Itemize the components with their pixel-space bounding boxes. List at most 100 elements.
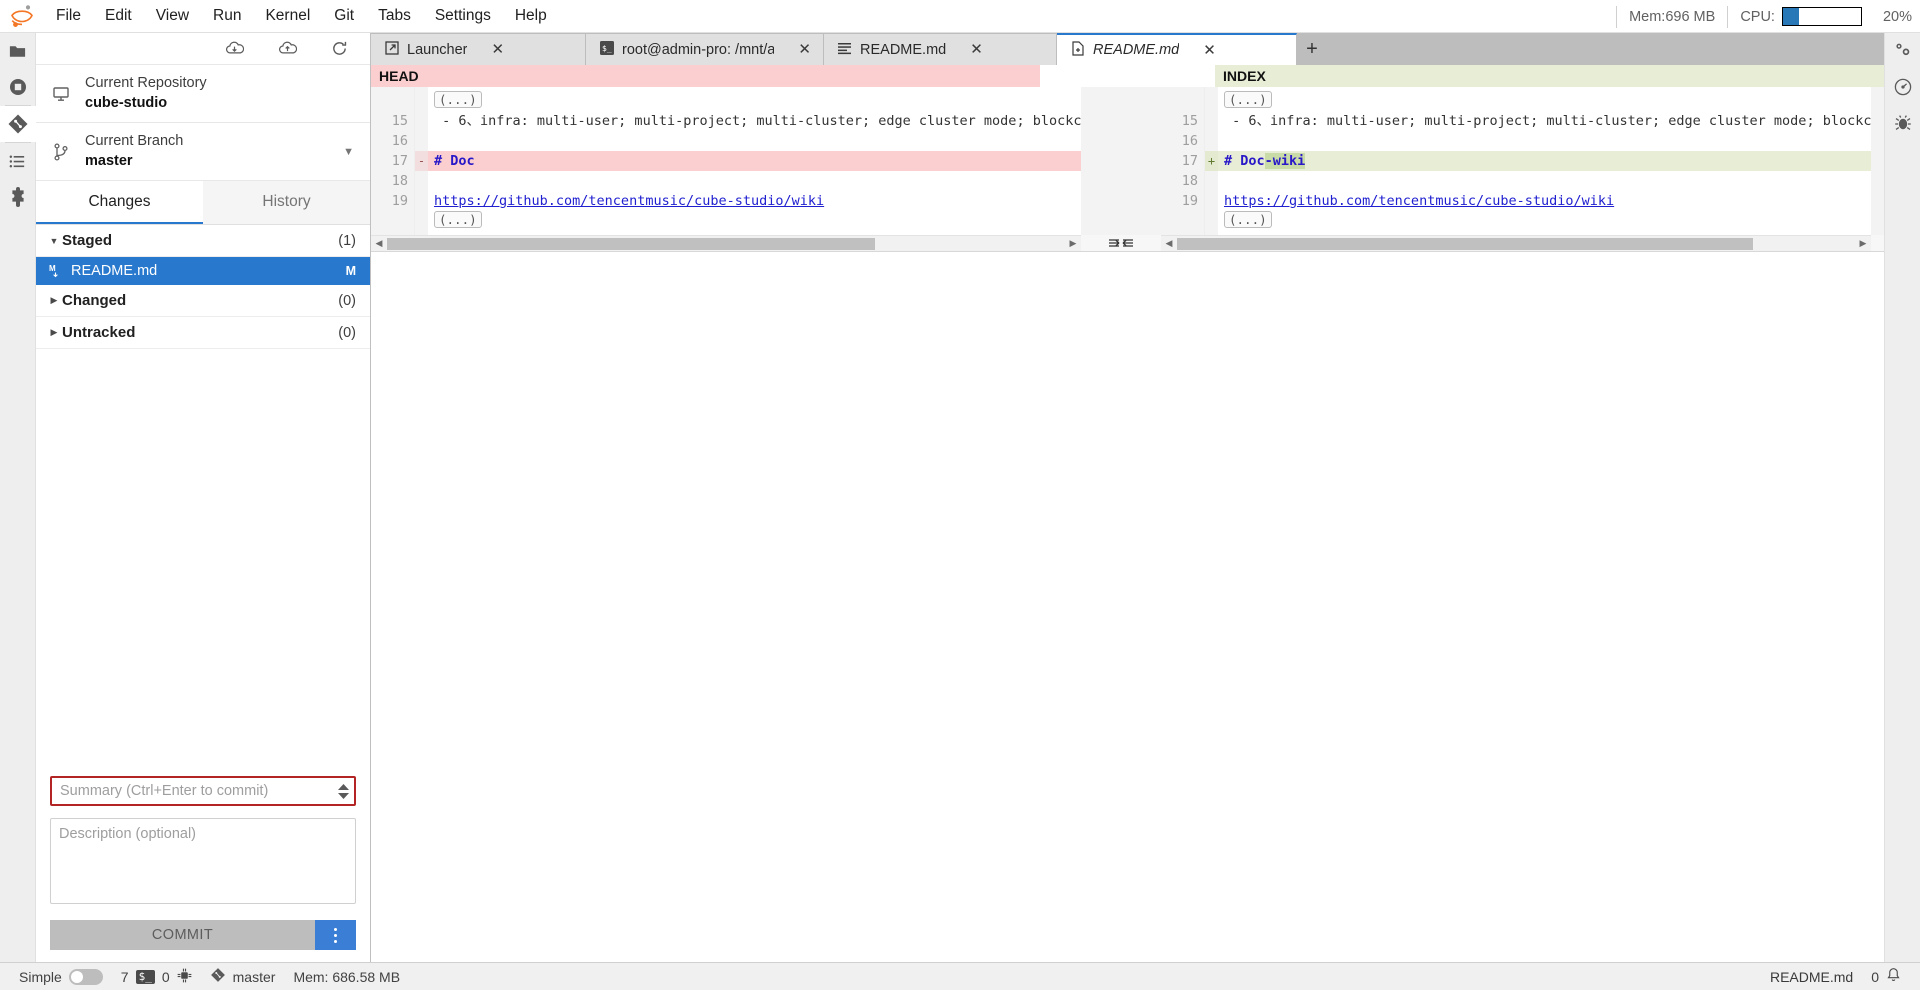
menu-item-file[interactable]: File [44, 2, 93, 30]
close-icon[interactable]: ✕ [970, 42, 983, 57]
code-line-text: # Doc-wiki [1224, 153, 1306, 169]
horizontal-scrollbar-head[interactable]: ◀ ▶ [371, 235, 1081, 251]
tab-label: README.md [860, 41, 947, 58]
diff-code-head[interactable]: (...) - 6、infra: multi-user; multi-proje… [428, 87, 1081, 235]
scroll-left-arrow-icon[interactable]: ◀ [1161, 238, 1177, 249]
git-push-icon[interactable] [278, 41, 297, 57]
line-number: 16 [1181, 133, 1198, 149]
sidebar-item-git[interactable] [0, 106, 36, 142]
cpu-percent: 20% [1882, 8, 1912, 25]
commit-options-button[interactable] [315, 920, 356, 950]
chevron-right-icon: ▶ [50, 295, 58, 306]
line-number-gutter-head: 15 16 17 18 19 [371, 87, 415, 235]
code-line-text[interactable]: https://github.com/tencentmusic/cube-stu… [434, 193, 824, 209]
tab-readme-diff[interactable]: README.md ✕ [1057, 33, 1297, 65]
scrollbar-track[interactable] [387, 237, 1065, 250]
line-number: 19 [391, 193, 408, 209]
current-repository-row[interactable]: Current Repository cube-studio [36, 65, 370, 124]
sidebar-item-extension-manager[interactable] [0, 179, 36, 215]
menu-bar: File Edit View Run Kernel Git Tabs Setti… [0, 0, 1920, 33]
scroll-right-arrow-icon[interactable]: ▶ [1065, 238, 1081, 249]
simple-mode-toggle[interactable]: Simple [10, 968, 112, 985]
menu-item-run[interactable]: Run [201, 2, 253, 30]
collapsed-lines-indicator[interactable]: (...) [1218, 91, 1871, 111]
scroll-right-arrow-icon[interactable]: ▶ [1855, 238, 1871, 249]
diff-marker: - [415, 151, 428, 171]
collapsed-lines-indicator[interactable]: (...) [428, 91, 1081, 111]
scrollbar-thumb[interactable] [1177, 237, 1754, 250]
close-icon[interactable]: ✕ [798, 42, 811, 57]
diff-panel: HEAD INDEX 15 16 17 18 19 - (...) - 6、in… [371, 65, 1884, 252]
status-filename: README.md [1761, 969, 1862, 985]
tab-history[interactable]: History [203, 181, 370, 225]
scrollbar-track[interactable] [1177, 237, 1855, 250]
section-header-staged[interactable]: ▼ Staged (1) [36, 225, 370, 258]
tab-terminal[interactable]: $_ root@admin-pro: /mnt/admi ✕ [586, 34, 824, 65]
scroll-left-arrow-icon[interactable]: ◀ [371, 238, 387, 249]
scrollbar-thumb[interactable] [387, 237, 876, 250]
commit-summary-input[interactable] [52, 778, 332, 804]
menu-item-help[interactable]: Help [503, 2, 559, 30]
sidebar-item-running-terminals[interactable] [0, 69, 36, 105]
toggle-switch[interactable] [68, 968, 103, 985]
sidebar-item-property-inspector[interactable] [1885, 33, 1920, 69]
tab-readme-preview[interactable]: README.md ✕ [824, 34, 1057, 65]
line-number: 17 [391, 153, 408, 169]
menu-item-edit[interactable]: Edit [93, 2, 144, 30]
menu-item-settings[interactable]: Settings [423, 2, 503, 30]
menu-item-tabs[interactable]: Tabs [366, 2, 423, 30]
new-tab-button[interactable]: + [1297, 34, 1327, 65]
close-icon[interactable]: ✕ [1203, 43, 1216, 58]
sidebar-item-dashboard[interactable] [1885, 69, 1920, 105]
git-panel: Current Repository cube-studio Current B… [36, 33, 371, 962]
sidebar-item-file-browser[interactable] [0, 33, 36, 69]
code-line: - 6、infra: multi-user; multi-project; mu… [1224, 113, 1871, 129]
menu-item-kernel[interactable]: Kernel [253, 2, 322, 30]
menu-item-git[interactable]: Git [322, 2, 366, 30]
section-header-changed[interactable]: ▶ Changed (0) [36, 285, 370, 318]
menu-item-view[interactable]: View [144, 2, 201, 30]
code-line-text[interactable]: https://github.com/tencentmusic/cube-stu… [1224, 193, 1614, 209]
section-header-untracked[interactable]: ▶ Untracked (0) [36, 317, 370, 350]
collapsed-lines-indicator-bottom[interactable]: (...) [1218, 211, 1871, 231]
git-refresh-icon[interactable] [331, 40, 348, 57]
code-line-link: https://github.com/tencentmusic/cube-stu… [1218, 191, 1871, 211]
commit-description-input[interactable] [50, 818, 356, 904]
diff-body: 15 16 17 18 19 - (...) - 6、infra: multi-… [371, 87, 1884, 235]
diff-title-index: INDEX [1215, 65, 1884, 87]
notification-indicator[interactable]: 0 [1862, 967, 1910, 986]
tab-bar: Launcher ✕ $_ root@admin-pro: /mnt/admi … [371, 33, 1884, 65]
horizontal-scrollbar-index[interactable]: ◀ ▶ [1161, 235, 1871, 251]
kernel-sessions-indicator[interactable]: 7 $_ 0 [112, 968, 201, 986]
current-branch-row[interactable]: Current Branch master ▼ [36, 123, 370, 182]
sidebar-item-debugger[interactable] [1885, 105, 1920, 141]
diff-code-index[interactable]: (...) - 6、infra: multi-user; multi-proje… [1218, 87, 1871, 235]
collapsed-lines-indicator-bottom[interactable]: (...) [428, 211, 1081, 231]
current-repository-value: cube-studio [85, 94, 168, 111]
tab-changes[interactable]: Changes [36, 181, 203, 225]
diff-vertical-scrollbar[interactable] [1871, 87, 1884, 235]
commit-button[interactable]: COMMIT [50, 920, 315, 950]
svg-text:$_: $_ [602, 44, 612, 53]
git-branch-status[interactable]: master [201, 967, 285, 986]
diff-side-index: 15 16 17 18 19 + (...) - 6、infra: multi-… [1161, 87, 1871, 235]
git-icon [210, 967, 226, 986]
merge-toggle-icon[interactable] [1081, 236, 1161, 250]
sidebar-item-table-of-contents[interactable] [0, 143, 36, 179]
section-count-untracked: (0) [338, 324, 356, 341]
tab-launcher[interactable]: Launcher ✕ [371, 34, 586, 65]
menu-items: File Edit View Run Kernel Git Tabs Setti… [44, 2, 559, 30]
line-number: 18 [1181, 173, 1198, 189]
close-icon[interactable]: ✕ [491, 42, 504, 57]
main-area: Current Repository cube-studio Current B… [0, 33, 1920, 962]
line-number: 15 [1181, 113, 1198, 129]
kernel-icon [177, 968, 192, 986]
git-pull-icon[interactable] [225, 41, 244, 57]
commit-summary-stepper[interactable] [332, 778, 354, 804]
tab-label: root@admin-pro: /mnt/admi [622, 41, 775, 58]
markdown-preview-icon [838, 41, 852, 59]
table-row[interactable]: M README.md M [36, 257, 370, 286]
commit-summary-wrapper [50, 776, 356, 806]
chevron-down-icon[interactable]: ▼ [343, 146, 354, 158]
file-status-badge: M [345, 264, 356, 279]
